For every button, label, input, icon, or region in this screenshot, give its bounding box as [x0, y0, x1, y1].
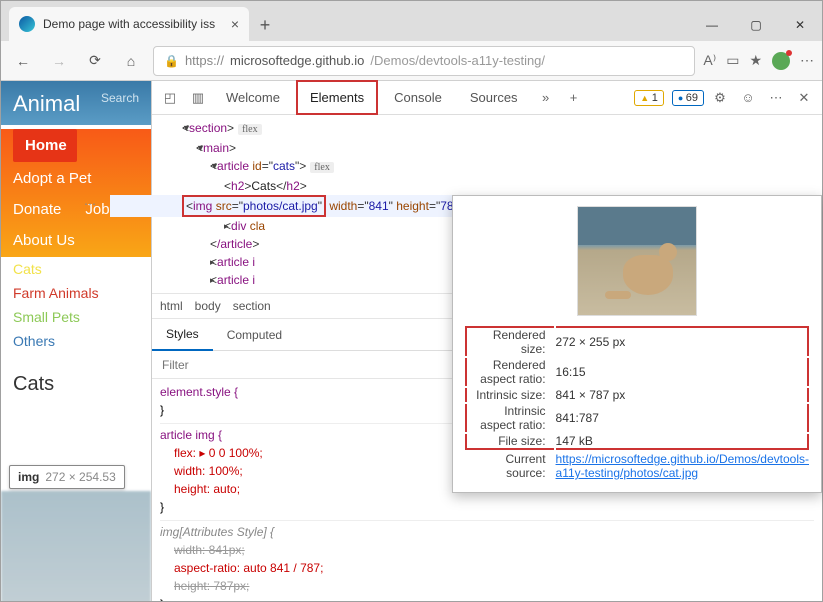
- device-toggle-icon[interactable]: ▥: [186, 86, 210, 110]
- category-nav: Cats Farm Animals Small Pets Others: [1, 257, 151, 353]
- current-source-link[interactable]: https://microsoftedge.github.io/Demos/de…: [556, 452, 809, 480]
- main-nav: Home Adopt a Pet Donate Jobs About Us: [1, 129, 151, 257]
- tab-computed[interactable]: Computed: [213, 320, 296, 350]
- tab-console[interactable]: Console: [382, 82, 454, 113]
- nav-home[interactable]: Home: [13, 129, 77, 162]
- tab-welcome[interactable]: Welcome: [214, 82, 292, 113]
- new-tab-button[interactable]: +: [249, 9, 281, 41]
- issues-info-badge[interactable]: 69: [672, 90, 704, 106]
- page-title: Animal Search: [1, 81, 151, 125]
- more-devtools-icon[interactable]: ⋯: [764, 86, 788, 110]
- edge-icon: [19, 16, 35, 32]
- forward-button[interactable]: →: [45, 47, 73, 75]
- url-field[interactable]: 🔒 https://microsoftedge.github.io/Demos/…: [153, 46, 695, 76]
- devtools-panel: ◰ ▥ Welcome Elements Console Sources » +…: [151, 81, 822, 601]
- tab-sources[interactable]: Sources: [458, 82, 530, 113]
- rendered-page: Animal Search Home Adopt a Pet Donate Jo…: [1, 81, 151, 601]
- element-size-overlay: img 272 × 254.53: [9, 465, 125, 489]
- window-maximize-button[interactable]: ▢: [734, 9, 778, 41]
- cat-small[interactable]: Small Pets: [1, 305, 151, 329]
- image-info-popover: Rendered size:272 × 255 px Rendered aspe…: [452, 195, 822, 493]
- profile-icon[interactable]: [772, 52, 790, 70]
- read-aloud-icon[interactable]: A⁾: [703, 52, 716, 69]
- settings-icon[interactable]: ⚙: [708, 86, 732, 110]
- nav-adopt[interactable]: Adopt a Pet: [1, 162, 151, 195]
- issues-warning-badge[interactable]: 1: [634, 90, 664, 106]
- window-close-button[interactable]: ✕: [778, 9, 822, 41]
- more-icon[interactable]: ⋯: [800, 52, 814, 69]
- collections-icon[interactable]: ▭: [726, 52, 739, 69]
- page-image: [1, 491, 151, 601]
- add-tab-icon[interactable]: +: [562, 86, 586, 110]
- tab-styles[interactable]: Styles: [152, 319, 213, 351]
- more-tabs-icon[interactable]: »: [534, 86, 558, 110]
- search-label: Search: [101, 91, 139, 117]
- back-button[interactable]: ←: [9, 47, 37, 75]
- close-devtools-icon[interactable]: ✕: [792, 86, 816, 110]
- tab-title: Demo page with accessibility iss: [43, 17, 215, 31]
- close-tab-icon[interactable]: ×: [223, 16, 239, 32]
- browser-tab[interactable]: Demo page with accessibility iss ×: [9, 7, 249, 41]
- cat-others[interactable]: Others: [1, 329, 151, 353]
- lock-icon: 🔒: [164, 54, 179, 68]
- devtools-tabs: ◰ ▥ Welcome Elements Console Sources » +…: [152, 81, 822, 115]
- home-button[interactable]: ⌂: [117, 47, 145, 75]
- feedback-icon[interactable]: ☺: [736, 86, 760, 110]
- window-minimize-button[interactable]: —: [690, 9, 734, 41]
- refresh-button[interactable]: ⟳: [81, 47, 109, 75]
- cat-farm[interactable]: Farm Animals: [1, 281, 151, 305]
- nav-donate[interactable]: Donate: [1, 195, 73, 224]
- tab-elements[interactable]: Elements: [296, 80, 378, 115]
- nav-about[interactable]: About Us: [1, 224, 151, 257]
- address-bar: ← → ⟳ ⌂ 🔒 https://microsoftedge.github.i…: [1, 41, 822, 81]
- inspect-icon[interactable]: ◰: [158, 86, 182, 110]
- image-preview: [577, 206, 697, 316]
- favorite-icon[interactable]: ★: [749, 52, 762, 69]
- cat-cats[interactable]: Cats: [1, 257, 151, 281]
- browser-titlebar: Demo page with accessibility iss × + — ▢…: [1, 1, 822, 41]
- section-heading: Cats: [1, 353, 151, 400]
